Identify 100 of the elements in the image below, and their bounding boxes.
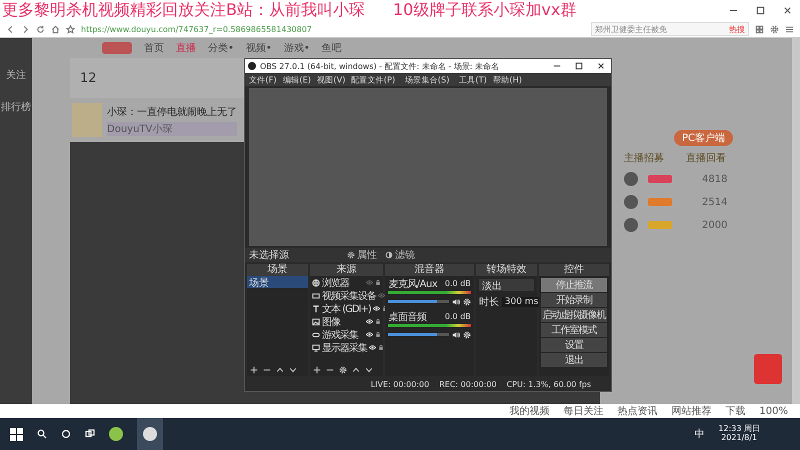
sidebar-item[interactable]: 排行榜: [1, 100, 31, 114]
avatar-icon: [624, 218, 638, 232]
lock-icon[interactable]: [375, 331, 382, 338]
gear-icon: [347, 251, 355, 259]
close-icon[interactable]: [783, 6, 792, 15]
speaker-icon[interactable]: [452, 298, 460, 306]
channel-name: DouyuTV小琛: [107, 122, 237, 136]
client-button[interactable]: PC客户端: [674, 130, 734, 146]
star-icon[interactable]: [66, 24, 75, 34]
menu-item[interactable]: 场景集合(S): [405, 74, 450, 86]
dock-header: 场景: [247, 264, 308, 276]
control-button[interactable]: 退出: [540, 353, 607, 367]
duration-label: 时长: [478, 296, 499, 309]
camera-icon: [312, 292, 320, 300]
close-icon[interactable]: [597, 62, 605, 70]
source-item[interactable]: 游戏采集: [322, 328, 364, 342]
nav-link[interactable]: 视频•: [246, 41, 272, 55]
obs-app-icon[interactable]: [137, 418, 163, 450]
volume-reading: 0.0 dB: [444, 312, 471, 321]
windows-start-icon[interactable]: [10, 428, 23, 440]
maximize-icon[interactable]: [756, 6, 765, 15]
menu-item[interactable]: 工具(T): [459, 74, 488, 86]
status-item[interactable]: 我的视频: [509, 404, 550, 418]
nav-link[interactable]: 分类•: [208, 41, 234, 55]
lock-icon[interactable]: [375, 318, 382, 325]
menu-item[interactable]: 视图(V): [316, 74, 346, 86]
scene-item[interactable]: 场景: [247, 276, 308, 288]
status-item[interactable]: 热点资讯: [617, 404, 658, 418]
follow-count: 12: [80, 70, 97, 86]
source-item[interactable]: 文本 (GDI+): [322, 302, 371, 316]
maximize-icon[interactable]: [575, 62, 583, 70]
search-field[interactable]: 郑州卫健委主任被免 热搜: [591, 22, 749, 36]
lock-icon[interactable]: [378, 344, 384, 351]
source-item[interactable]: 图像: [322, 314, 364, 328]
ime-indicator[interactable]: 中: [694, 427, 704, 441]
text-icon: [312, 304, 320, 312]
replay-link[interactable]: 直播回看: [686, 151, 726, 165]
recruit-link[interactable]: 主播招募: [624, 151, 664, 165]
control-button[interactable]: 设置: [540, 338, 607, 352]
add-icon[interactable]: [313, 366, 322, 374]
channel-name: 麦克风/Aux: [388, 278, 438, 290]
status-item[interactable]: 网站推荐: [671, 404, 712, 418]
home-icon[interactable]: [51, 24, 60, 34]
cpu-reading: CPU: 1.3%, 60.00 fps: [506, 380, 591, 389]
channel-name: 桌面音频: [388, 310, 426, 324]
source-item[interactable]: 视频采集设备: [322, 288, 376, 302]
source-label: 未选择源: [249, 248, 290, 262]
status-item[interactable]: 100%: [759, 406, 788, 416]
settings-icon[interactable]: [339, 366, 348, 374]
control-button[interactable]: 启动虚拟摄像机: [540, 308, 607, 322]
add-icon[interactable]: [250, 366, 258, 374]
menu-item[interactable]: 编辑(E): [282, 74, 311, 86]
rec-timer: REC: 00:00:00: [439, 380, 497, 389]
menu-icon[interactable]: [785, 24, 794, 34]
up-icon[interactable]: [352, 366, 360, 374]
menu-item[interactable]: 文件(F): [249, 74, 277, 86]
banner-text: 更多黎明杀机视频精彩回放关注B站：从前我叫小琛: [2, 0, 365, 21]
stream-title: 小琛：一直停电就闹晚上无了: [107, 106, 237, 118]
dock-header: 转场特效: [476, 264, 537, 276]
source-item[interactable]: 显示器采集: [322, 340, 368, 354]
volume-slider[interactable]: [388, 333, 437, 336]
task-view-icon[interactable]: [85, 429, 95, 439]
nav-link[interactable]: 鱼吧: [322, 41, 342, 55]
control-button[interactable]: 工作室模式: [540, 323, 607, 337]
up-icon[interactable]: [276, 366, 284, 374]
control-button[interactable]: 开始录制: [540, 293, 607, 307]
down-icon[interactable]: [289, 366, 297, 374]
clock-date[interactable]: 2021/8/1: [721, 434, 758, 443]
reload-icon[interactable]: [36, 24, 45, 34]
window-title: OBS 27.0.1 (64-bit, windows) - 配置文件: 未命名 - 场景: 未命名: [260, 60, 500, 72]
address-field[interactable]: https://www.douyu.com/747637_r=0.5869865581430807: [81, 24, 501, 34]
clock-time[interactable]: 12:33 周日: [718, 425, 760, 434]
status-item[interactable]: 每日关注: [563, 404, 604, 418]
menu-item[interactable]: 配置文件(P): [351, 74, 396, 86]
monitor-icon: [312, 344, 320, 352]
grid-icon[interactable]: [755, 24, 764, 34]
status-item[interactable]: 下载: [725, 404, 746, 418]
speaker-icon[interactable]: [452, 330, 460, 338]
dock-header: 来源: [310, 264, 384, 276]
properties-button[interactable]: 属性: [347, 248, 377, 262]
volume-slider[interactable]: [388, 300, 437, 303]
cortana-icon[interactable]: [61, 429, 71, 439]
sidebar-item[interactable]: 关注: [6, 68, 26, 82]
nav-link[interactable]: 游戏•: [284, 41, 310, 55]
duration-field[interactable]: 300 ms: [502, 297, 542, 307]
transition-dropdown[interactable]: 淡出: [478, 279, 534, 291]
filters-button[interactable]: 滤镜: [385, 248, 415, 262]
source-item[interactable]: 浏览器: [322, 276, 364, 290]
down-icon[interactable]: [365, 366, 374, 374]
gamepad-icon: [312, 330, 320, 338]
search-icon[interactable]: [37, 429, 47, 439]
avatar-icon: [624, 195, 638, 209]
browser-app-icon[interactable]: [109, 427, 123, 441]
banner-text: 10级牌子联系小琛加vx群: [392, 0, 576, 21]
lock-icon[interactable]: [375, 279, 382, 286]
forward-icon[interactable]: [21, 24, 30, 34]
avatar-icon: [624, 172, 638, 186]
nav-link[interactable]: 首页: [144, 41, 164, 55]
back-icon[interactable]: [6, 24, 15, 34]
menu-item[interactable]: 帮助(H): [493, 74, 522, 86]
